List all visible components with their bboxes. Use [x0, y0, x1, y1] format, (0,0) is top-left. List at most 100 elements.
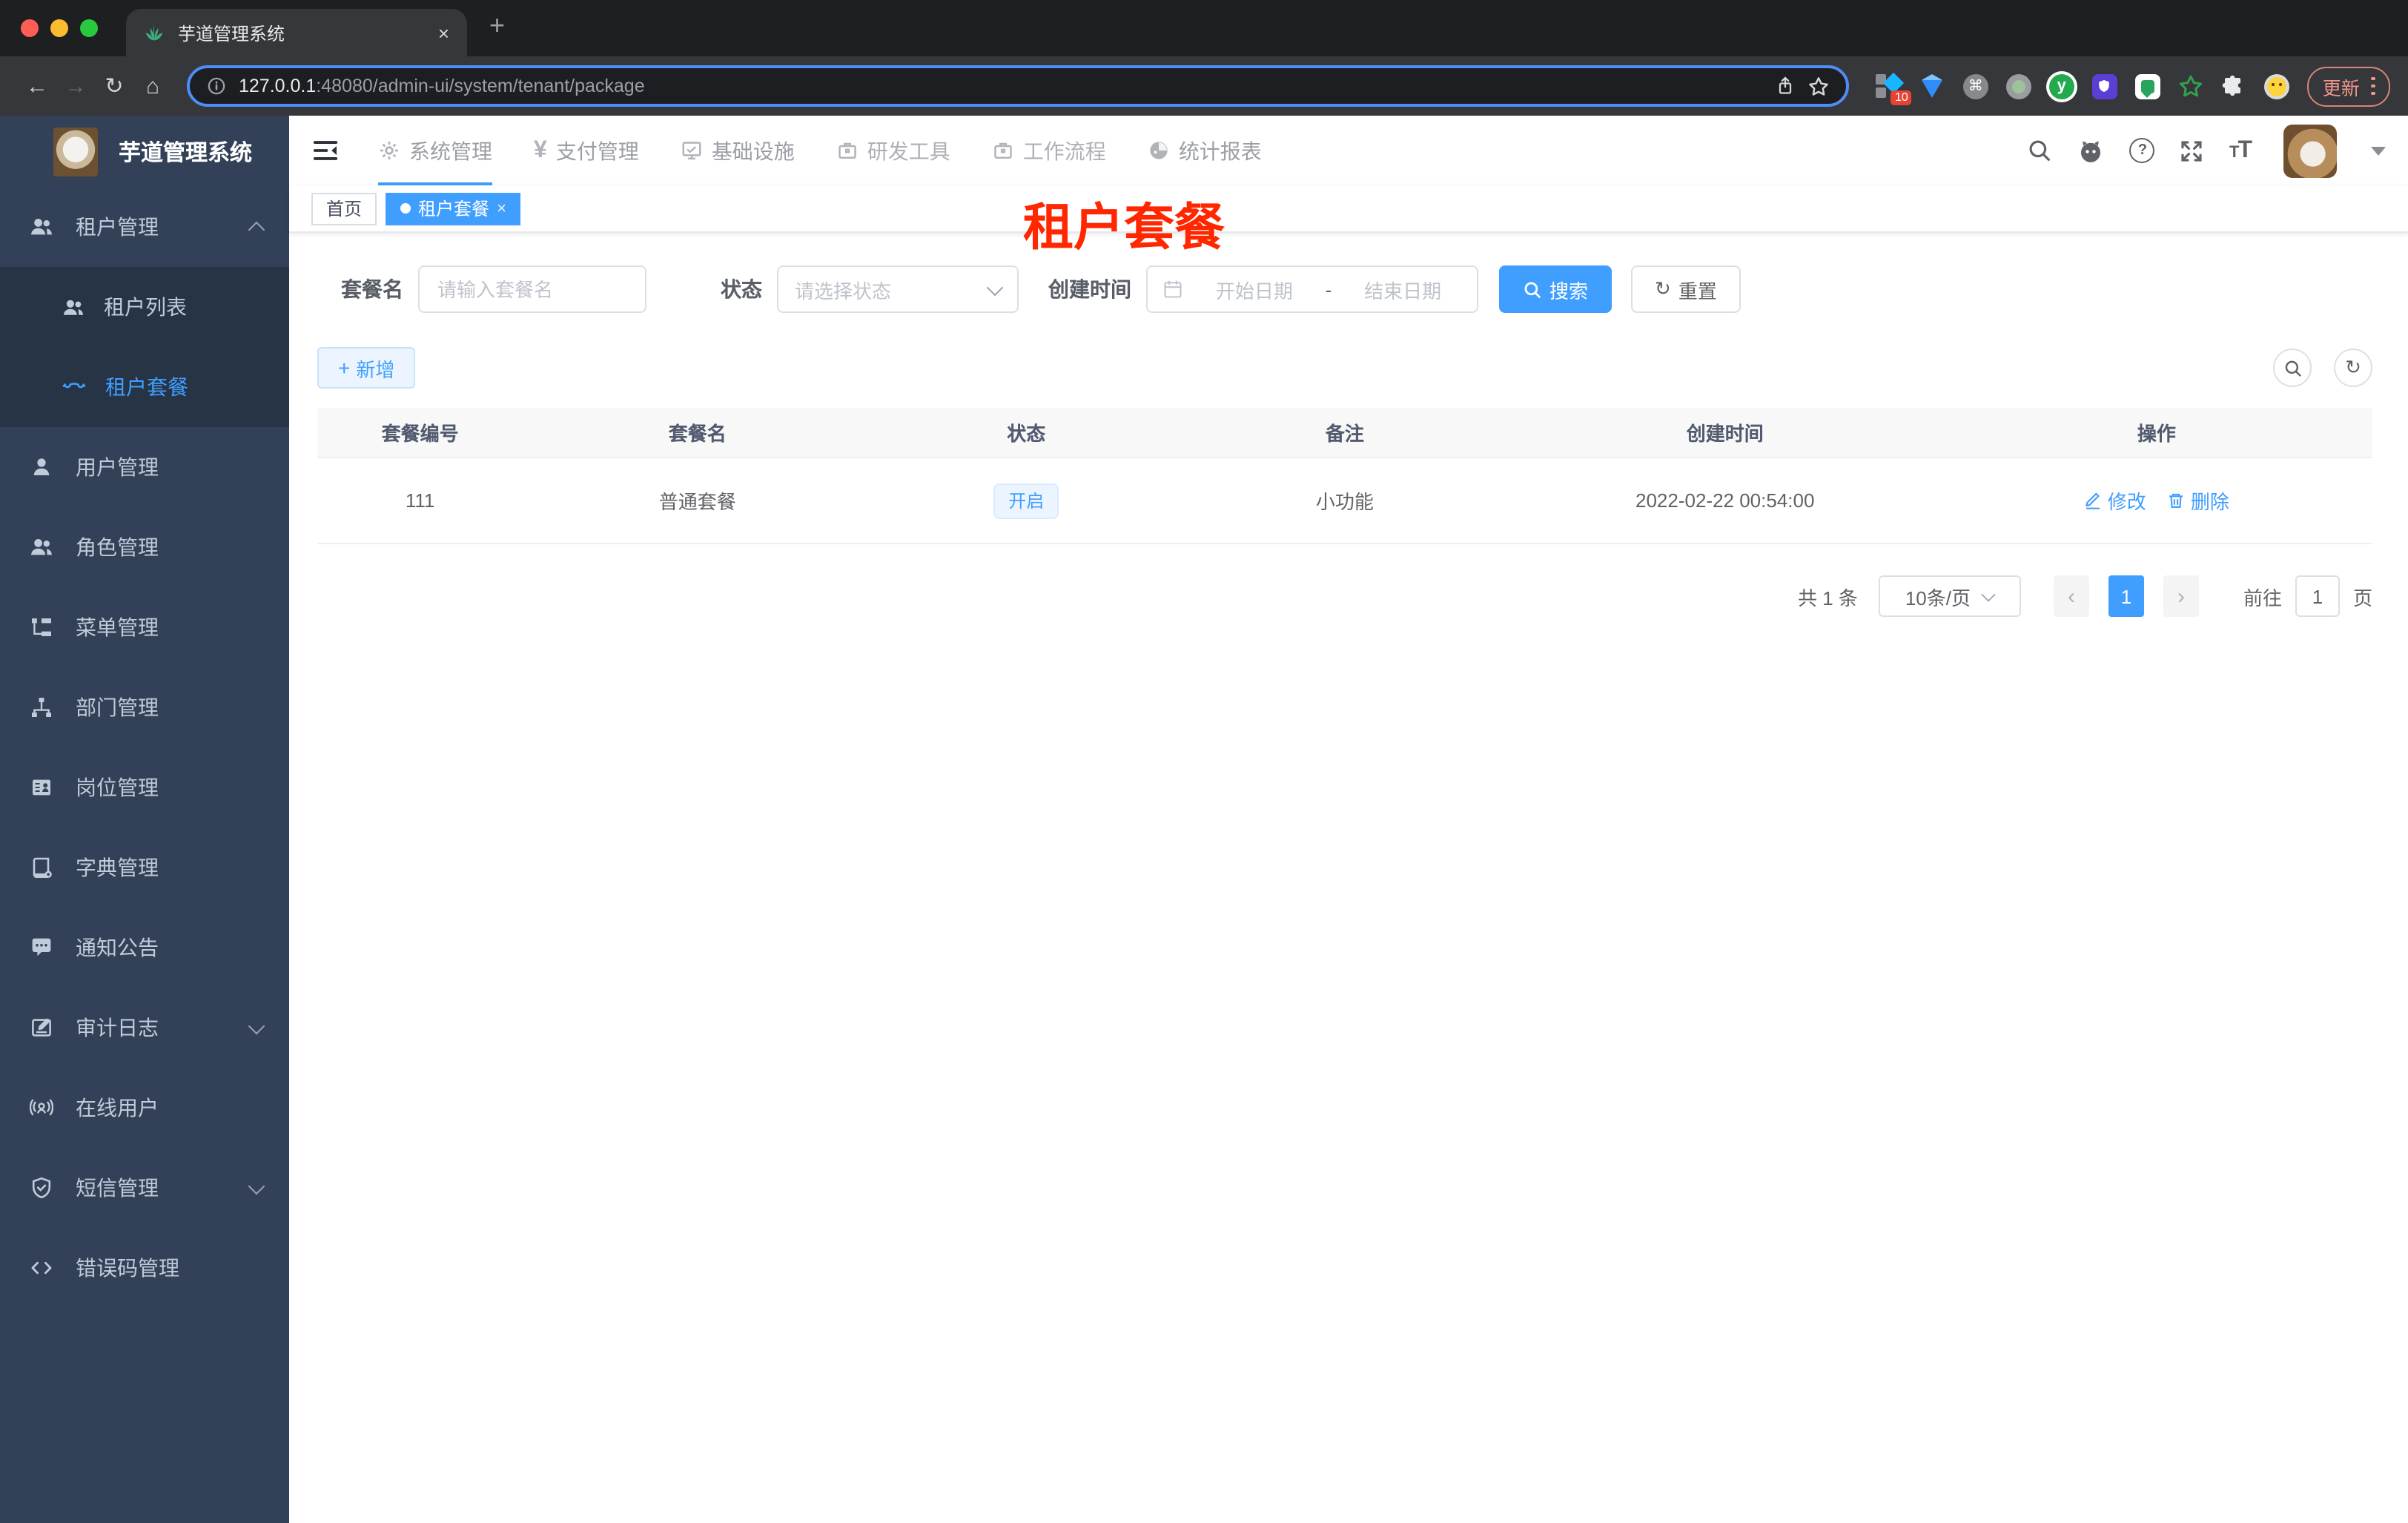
sidebar-item-label: 用户管理: [76, 455, 159, 479]
extension-gem-icon[interactable]: [1919, 73, 1946, 99]
delete-link[interactable]: 删除: [2167, 486, 2229, 515]
users-icon: [63, 299, 84, 314]
start-date-placeholder[interactable]: 开始日期: [1195, 275, 1314, 303]
nav-item-reports[interactable]: 统计报表: [1148, 116, 1262, 185]
sidebar-item-role-management[interactable]: 角色管理: [0, 507, 289, 587]
column-header-name: 套餐名: [668, 423, 727, 445]
name-filter-input[interactable]: [418, 265, 646, 313]
page-annotation: 租户套餐: [1023, 200, 1225, 257]
nav-item-workflow[interactable]: 工作流程: [992, 116, 1106, 185]
tab-close-icon[interactable]: ×: [438, 22, 449, 44]
extension-star-icon[interactable]: [2177, 73, 2204, 99]
browser-tab[interactable]: 芋道管理系统 ×: [126, 9, 467, 56]
window-close-button[interactable]: [21, 19, 39, 37]
tag-close-icon[interactable]: ×: [497, 199, 506, 217]
extension-emoji-icon[interactable]: [2263, 73, 2290, 99]
nav-item-infrastructure[interactable]: 基础设施: [681, 116, 795, 185]
extension-y-icon[interactable]: y: [2048, 73, 2075, 99]
sidebar-item-label: 岗位管理: [76, 776, 159, 799]
sidebar-item-audit-log[interactable]: 审计日志: [0, 988, 289, 1068]
reset-button[interactable]: ↻ 重置: [1631, 265, 1741, 313]
extensions-puzzle-icon[interactable]: [2220, 73, 2247, 99]
main-area: 系统管理 ¥ 支付管理 基础设施 研发工具 工作流程 统计报表 ? TT 首页 …: [289, 116, 2408, 1523]
nav-item-system[interactable]: 系统管理: [378, 116, 492, 185]
window-minimize-button[interactable]: [50, 19, 68, 37]
sidebar-item-dict-management[interactable]: 字典管理: [0, 827, 289, 908]
goto-label: 前往: [2243, 587, 2282, 609]
nav-item-dev-tools[interactable]: 研发工具: [836, 116, 950, 185]
next-page-button[interactable]: ›: [2163, 575, 2199, 617]
app-logo[interactable]: 芋道管理系统: [0, 116, 289, 187]
page-content: 套餐名 状态 请选择状态 创建时间 开始日期 - 结束日期: [289, 233, 2408, 1523]
sidebar-item-sms-management[interactable]: 短信管理: [0, 1148, 289, 1228]
prev-page-button[interactable]: ‹: [2053, 575, 2089, 617]
avatar-caret-icon[interactable]: [2371, 146, 2386, 155]
sidebar-item-tenant-management[interactable]: 租户管理: [0, 187, 289, 267]
font-big-glyph: T: [2237, 137, 2252, 162]
edit-link[interactable]: 修改: [2084, 486, 2146, 515]
sidebar-collapse-icon[interactable]: [311, 136, 340, 165]
sidebar-item-online-users[interactable]: 在线用户: [0, 1068, 289, 1148]
url-bar[interactable]: 127.0.0.1:48080/admin-ui/system/tenant/p…: [187, 65, 1850, 107]
calendar-icon: [1164, 280, 1182, 298]
extension-chat-icon[interactable]: [2134, 73, 2161, 99]
date-range-picker[interactable]: 开始日期 - 结束日期: [1146, 265, 1478, 313]
browser-menu-icon[interactable]: [2371, 76, 2375, 96]
top-navigation: 系统管理 ¥ 支付管理 基础设施 研发工具 工作流程 统计报表: [378, 116, 1262, 185]
sidebar-item-post-management[interactable]: 岗位管理: [0, 747, 289, 827]
back-icon[interactable]: ←: [18, 73, 56, 99]
search-icon[interactable]: [2028, 138, 2053, 163]
sidebar-item-user-management[interactable]: 用户管理: [0, 427, 289, 507]
sidebar-item-department-management[interactable]: 部门管理: [0, 667, 289, 747]
forward-icon[interactable]: →: [56, 73, 95, 99]
purple-square: [2091, 73, 2117, 99]
total-count: 共 1 条: [1798, 587, 1858, 609]
user-avatar[interactable]: [2283, 124, 2337, 177]
bookmark-star-icon[interactable]: [1808, 75, 1830, 97]
refresh-table-button[interactable]: ↻: [2334, 348, 2372, 387]
sidebar-item-label: 审计日志: [76, 1016, 159, 1040]
goto-page-input[interactable]: [2295, 575, 2340, 617]
sidebar-item-error-code[interactable]: 错误码管理: [0, 1228, 289, 1308]
tags-view-bar: 首页 租户套餐 ×: [289, 185, 2408, 233]
sidebar-item-menu-management[interactable]: 菜单管理: [0, 587, 289, 667]
show-search-button[interactable]: [2273, 348, 2312, 387]
reload-icon[interactable]: ↻: [95, 73, 133, 99]
data-table: 套餐编号 套餐名 状态 备注 创建时间 操作 111 普通套餐 开启 小功能 2…: [317, 408, 2372, 544]
fullscreen-icon[interactable]: [2180, 139, 2204, 162]
shield-check-icon: [32, 1177, 51, 1199]
extension-tabs-icon[interactable]: 10: [1876, 72, 1912, 105]
extension-shield-icon[interactable]: [2091, 73, 2118, 99]
sidebar-item-notice[interactable]: 通知公告: [0, 908, 289, 988]
search-button[interactable]: 搜索: [1499, 265, 1612, 313]
new-tab-button[interactable]: +: [489, 10, 505, 42]
sidebar-item-label: 租户管理: [76, 215, 159, 239]
help-icon[interactable]: ?: [2129, 138, 2155, 163]
update-button[interactable]: 更新: [2307, 66, 2390, 106]
current-page-button[interactable]: 1: [2108, 575, 2144, 617]
tenant-submenu: 租户列表 租户套餐: [0, 267, 289, 427]
share-icon[interactable]: [1776, 76, 1796, 96]
github-icon[interactable]: [2078, 137, 2105, 164]
window-zoom-button[interactable]: [80, 19, 98, 37]
site-info-icon[interactable]: [206, 76, 227, 96]
nav-item-payment[interactable]: ¥ 支付管理: [534, 116, 639, 185]
extension-command-icon[interactable]: ⌘: [1962, 73, 1989, 99]
tag-tenant-package[interactable]: 租户套餐 ×: [386, 192, 521, 225]
font-size-icon[interactable]: TT: [2229, 137, 2252, 164]
page-size-select[interactable]: 10条/页: [1878, 575, 2021, 617]
y-glyph: y: [2048, 73, 2074, 99]
home-icon[interactable]: ⌂: [133, 73, 172, 99]
add-button[interactable]: + 新增: [317, 347, 416, 389]
end-date-placeholder[interactable]: 结束日期: [1343, 275, 1462, 303]
extension-record-icon[interactable]: [2005, 73, 2032, 99]
sidebar-item-tenant-list[interactable]: 租户列表: [0, 267, 289, 347]
tag-home[interactable]: 首页: [311, 192, 377, 225]
sidebar-item-tenant-package[interactable]: 租户套餐: [0, 347, 289, 427]
status-badge: 开启: [993, 483, 1059, 518]
gem-shape: [1922, 74, 1943, 98]
font-small-glyph: T: [2229, 143, 2239, 161]
table-row: 111 普通套餐 开启 小功能 2022-02-22 00:54:00 修改 删…: [317, 457, 2372, 543]
status-filter-select[interactable]: 请选择状态: [777, 265, 1019, 313]
users-icon: [31, 219, 52, 235]
